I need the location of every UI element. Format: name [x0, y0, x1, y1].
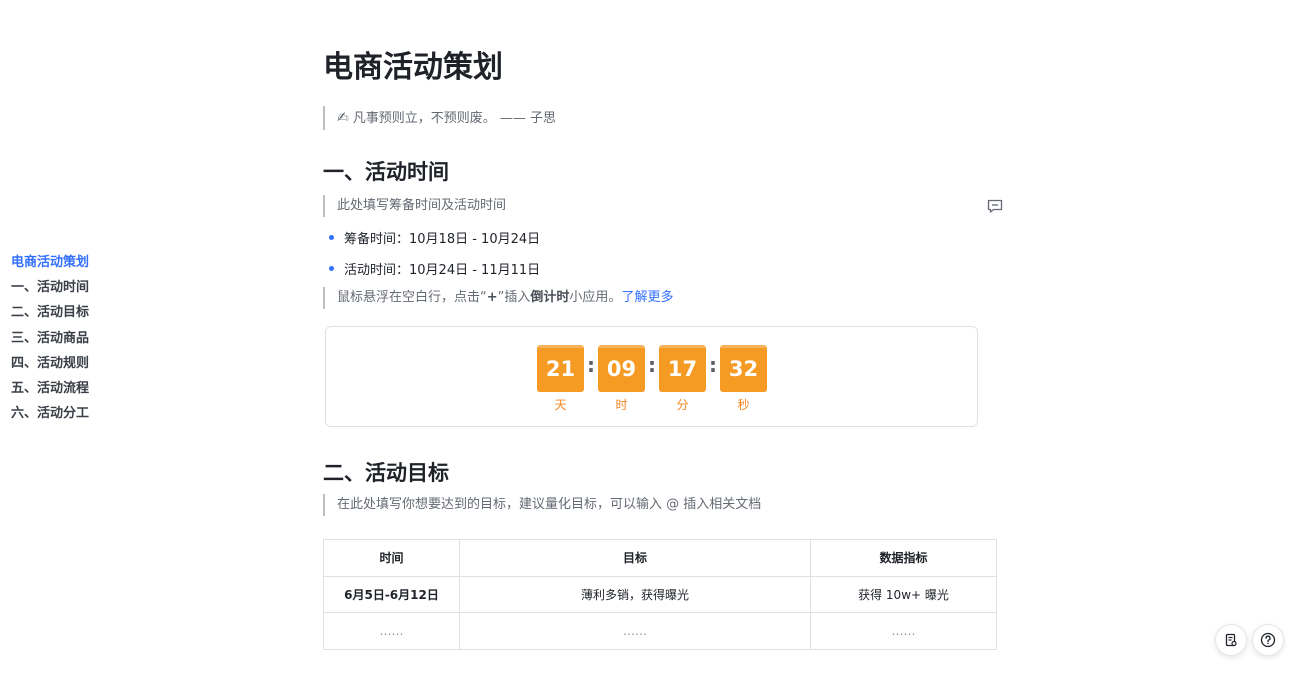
bullet-dot-icon	[329, 266, 334, 271]
table-cell[interactable]: 6月5日-6月12日	[323, 575, 460, 613]
page-title[interactable]: 电商活动策划	[323, 42, 503, 86]
note-activity-time[interactable]: 此处填写筹备时间及活动时间	[323, 195, 506, 217]
bullet-dot-icon	[329, 235, 334, 240]
comment-icon[interactable]	[987, 199, 1003, 213]
countdown-seconds-label: 秒	[737, 398, 750, 412]
table-row: 6月5日-6月12日 薄利多销，获得曝光 获得 10w+ 曝光	[323, 575, 997, 613]
outline-item-activity-process[interactable]: 五、活动流程	[11, 381, 211, 406]
countdown-seconds: 32 秒	[720, 345, 767, 413]
note-activity-goal[interactable]: 在此处填写你想要达到的目标，建议量化目标，可以输入 @ 插入相关文档	[323, 494, 761, 516]
countdown-hours-label: 时	[615, 398, 628, 412]
table-header-cell[interactable]: 时间	[323, 539, 460, 577]
bullet-label: 活动时间：	[344, 263, 410, 278]
hint-text: 小应用。	[569, 290, 622, 305]
goals-table: 时间 目标 数据指标 6月5日-6月12日 薄利多销，获得曝光 获得 10w+ …	[323, 539, 997, 650]
table-cell[interactable]: 薄利多销，获得曝光	[459, 575, 811, 613]
countdown-separator: :	[709, 353, 717, 377]
countdown-minutes: 17 分	[659, 345, 706, 413]
countdown-days-label: 天	[554, 398, 567, 412]
hint-plus: +	[486, 290, 498, 305]
countdown-days: 21 天	[537, 345, 584, 413]
document-tools-button[interactable]	[1215, 624, 1247, 656]
countdown-hint: 鼠标悬浮在空白行，点击“+”插入倒计时小应用。了解更多	[323, 287, 673, 309]
outline-item-title[interactable]: 电商活动策划	[11, 255, 211, 280]
outline-item-activity-time[interactable]: 一、活动时间	[11, 280, 211, 305]
table-header-row: 时间 目标 数据指标	[323, 539, 997, 577]
countdown-hours: 09 时	[598, 345, 645, 413]
bullet-value: 10月24日 - 11月11日	[409, 263, 541, 278]
outline-item-activity-products[interactable]: 三、活动商品	[11, 331, 211, 356]
countdown-minutes-label: 分	[676, 398, 689, 412]
table-cell[interactable]: ……	[459, 612, 811, 650]
outline-item-activity-rules[interactable]: 四、活动规则	[11, 356, 211, 381]
bullet-value: 10月18日 - 10月24日	[409, 232, 541, 247]
countdown-seconds-value: 32	[720, 345, 767, 392]
bullet-label: 筹备时间：	[344, 232, 410, 247]
outline-item-activity-division[interactable]: 六、活动分工	[11, 406, 211, 431]
countdown-widget[interactable]: 21 天 : 09 时 : 17 分 : 32 秒	[325, 326, 978, 427]
hint-bold: 倒计时	[530, 290, 570, 305]
countdown-minutes-value: 17	[659, 345, 706, 392]
quote-text: 凡事预则立，不预则废。 —— 子思	[352, 111, 556, 126]
countdown-days-value: 21	[537, 345, 584, 392]
table-row: …… …… ……	[323, 612, 997, 650]
help-icon	[1260, 632, 1276, 648]
table-cell[interactable]: 获得 10w+ 曝光	[810, 575, 997, 613]
countdown-separator: :	[587, 353, 595, 377]
document-outline: 电商活动策划 一、活动时间 二、活动目标 三、活动商品 四、活动规则 五、活动流…	[11, 255, 211, 431]
table-cell[interactable]: ……	[323, 612, 460, 650]
table-header-cell[interactable]: 数据指标	[810, 539, 997, 577]
list-item[interactable]: 筹备时间：10月18日 - 10月24日	[329, 228, 540, 247]
document-tools-icon	[1225, 633, 1237, 647]
help-button[interactable]	[1252, 624, 1284, 656]
list-item[interactable]: 活动时间：10月24日 - 11月11日	[329, 259, 540, 278]
heading-activity-goal[interactable]: 二、活动目标	[323, 457, 449, 487]
countdown-row: 21 天 : 09 时 : 17 分 : 32 秒	[537, 345, 777, 415]
learn-more-link[interactable]: 了解更多	[621, 290, 673, 305]
countdown-separator: :	[648, 353, 656, 377]
quote-block[interactable]: ✍ 凡事预则立，不预则废。 —— 子思	[323, 106, 556, 130]
table-cell[interactable]: ……	[810, 612, 997, 650]
table-header-cell[interactable]: 目标	[459, 539, 811, 577]
hint-text: ”插入	[497, 290, 531, 305]
countdown-hours-value: 09	[598, 345, 645, 392]
writing-hand-icon: ✍	[337, 110, 349, 126]
hint-text: 鼠标悬浮在空白行，点击“	[337, 290, 487, 305]
outline-item-activity-goal[interactable]: 二、活动目标	[11, 305, 211, 330]
heading-activity-time[interactable]: 一、活动时间	[323, 156, 449, 186]
